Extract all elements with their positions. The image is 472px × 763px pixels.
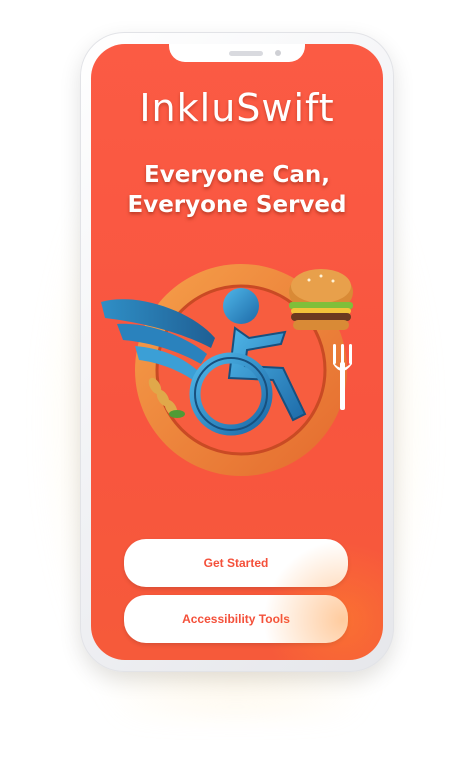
app-screen: InkluSwift Everyone Can, Everyone Served — [91, 44, 383, 660]
app-tagline: Everyone Can, Everyone Served — [91, 160, 383, 220]
app-brand-title: InkluSwift — [139, 86, 335, 130]
tagline-line-1: Everyone Can, — [144, 162, 330, 188]
tagline-line-2: Everyone Served — [127, 192, 347, 218]
accessibility-tools-button[interactable]: Accessibility Tools — [124, 595, 348, 643]
phone-notch — [169, 44, 305, 62]
speaker-grille — [229, 51, 263, 56]
front-camera — [275, 50, 281, 56]
burger-icon — [289, 269, 353, 330]
phone-frame: InkluSwift Everyone Can, Everyone Served — [80, 32, 394, 672]
get-started-button[interactable]: Get Started — [124, 539, 348, 587]
app-logo — [101, 264, 353, 476]
